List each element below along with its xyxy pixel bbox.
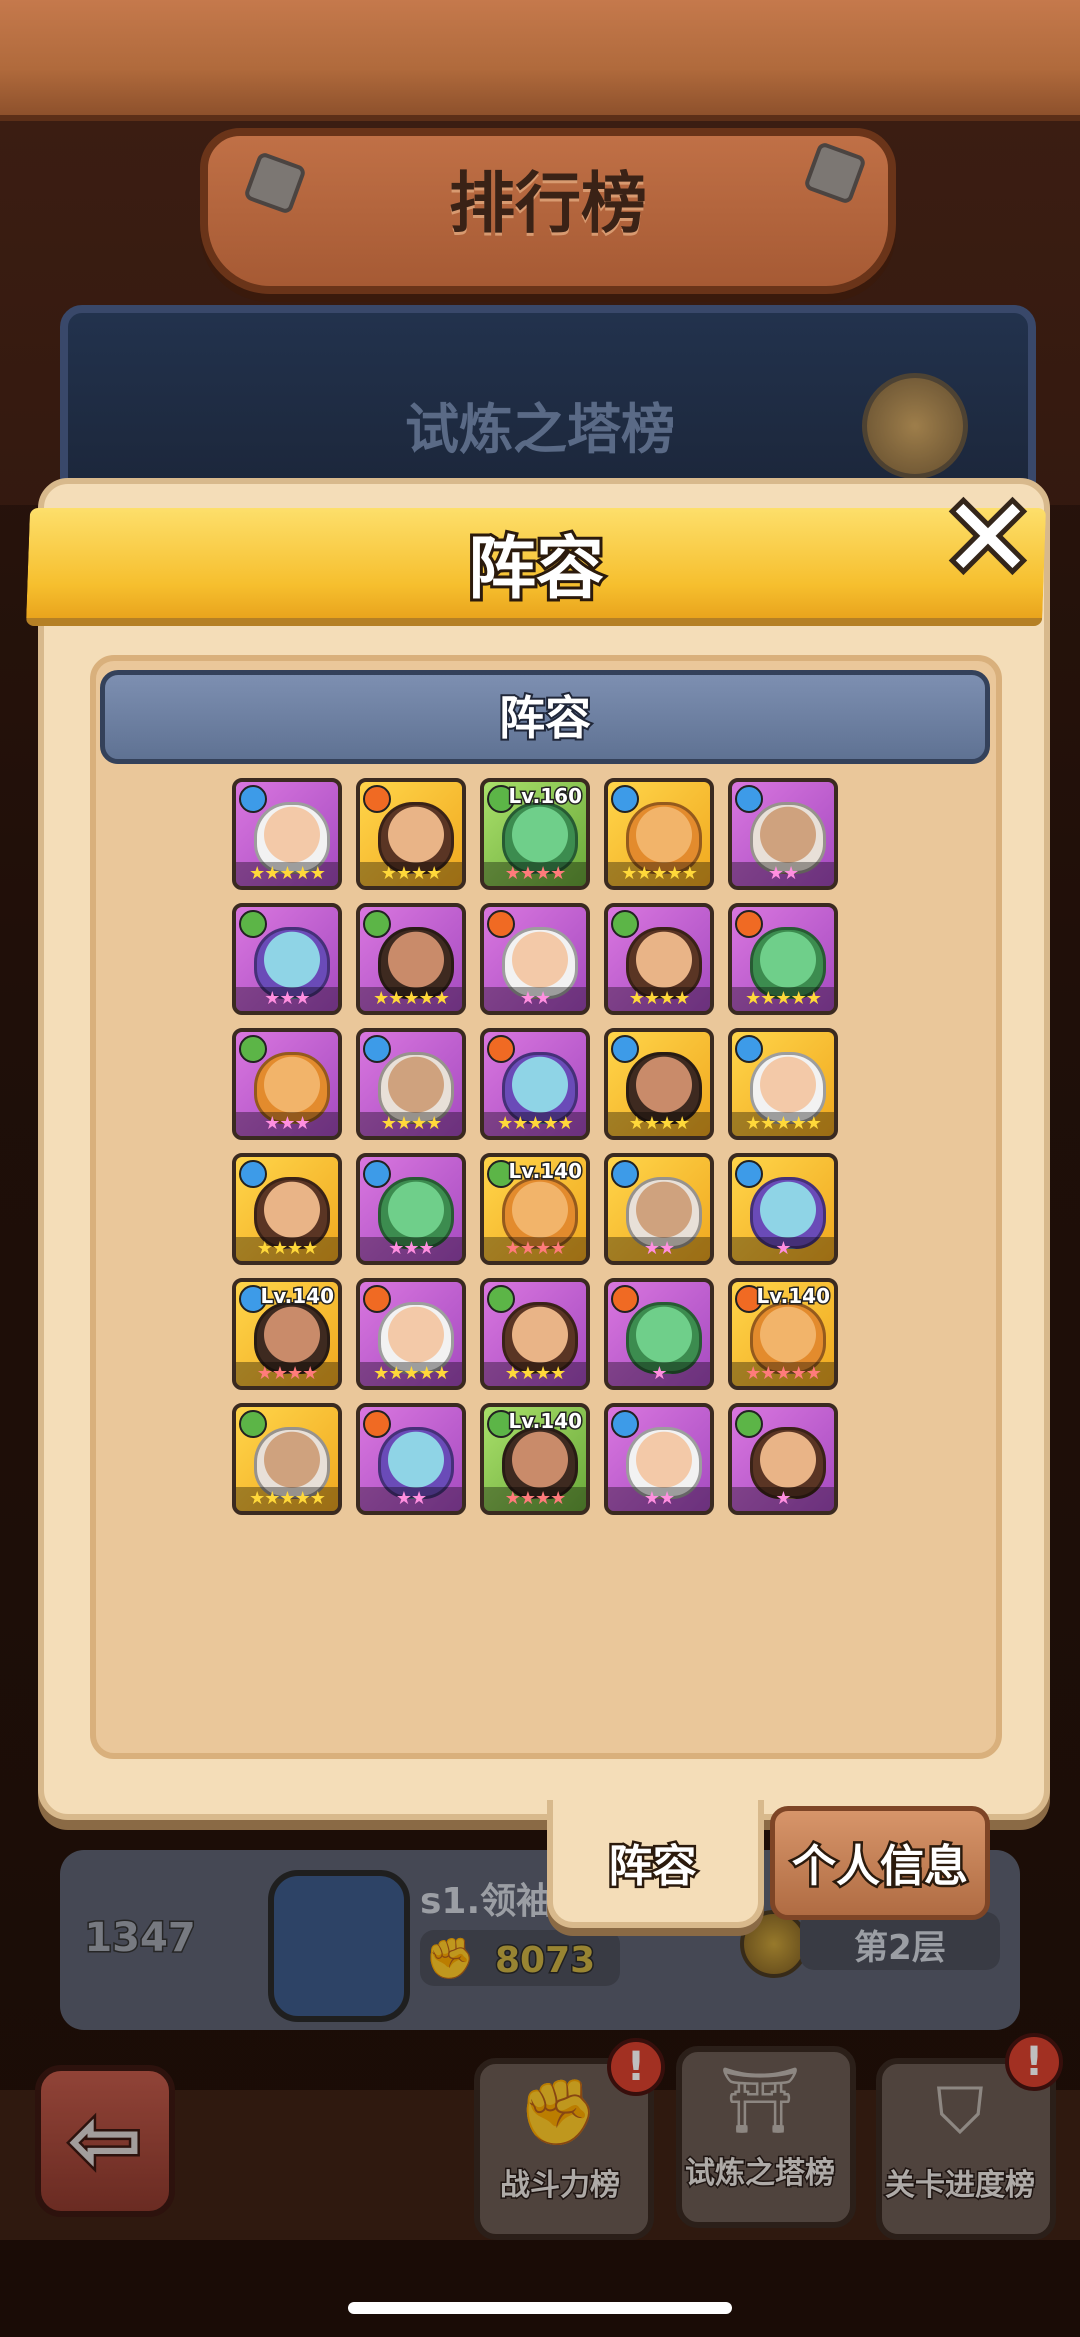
hero-card[interactable]: ★★★★★ <box>356 903 466 1015</box>
hero-card[interactable]: ★★★★★ <box>480 1028 590 1140</box>
hero-card[interactable]: ★★★★★ <box>232 778 342 890</box>
hero-stars: ★★★★ <box>608 1112 710 1136</box>
hero-stars: ★★★★★ <box>732 1362 834 1386</box>
water-element-icon <box>611 785 639 813</box>
hero-card[interactable]: ★ <box>604 1278 714 1390</box>
hero-stars: ★★★★★ <box>360 987 462 1011</box>
hero-card[interactable]: ★★★ <box>356 1153 466 1265</box>
fire-element-icon <box>363 1410 391 1438</box>
leaf-element-icon <box>735 1410 763 1438</box>
hero-card[interactable]: ★★★★★ <box>728 903 838 1015</box>
water-element-icon <box>735 1160 763 1188</box>
hero-stars: ★★★★ <box>484 862 586 886</box>
hero-stars: ★★★★ <box>236 1237 338 1261</box>
fire-element-icon <box>611 1285 639 1313</box>
close-icon[interactable]: ✕ <box>937 478 1039 598</box>
hero-stars: ★★ <box>732 862 834 886</box>
fire-element-icon <box>735 910 763 938</box>
hero-stars: ★★★★ <box>236 1362 338 1386</box>
hero-stars: ★ <box>732 1237 834 1261</box>
hero-card[interactable]: Lv.140 ★★★★ <box>480 1153 590 1265</box>
hero-stars: ★★★★★ <box>236 1487 338 1511</box>
water-element-icon <box>363 1160 391 1188</box>
hero-card[interactable]: ★★★★ <box>356 778 466 890</box>
hero-card[interactable]: Lv.140 ★★★★★ <box>728 1278 838 1390</box>
water-element-icon <box>363 1035 391 1063</box>
leaf-element-icon <box>363 910 391 938</box>
water-element-icon <box>611 1035 639 1063</box>
hero-stars: ★★★★ <box>484 1237 586 1261</box>
water-element-icon <box>239 1160 267 1188</box>
hero-stars: ★★★★★ <box>732 1112 834 1136</box>
hero-stars: ★★ <box>484 987 586 1011</box>
hero-card[interactable]: Lv.160 ★★★★ <box>480 778 590 890</box>
hero-card[interactable]: ★★★★★ <box>356 1278 466 1390</box>
hero-stars: ★★★ <box>360 1237 462 1261</box>
hero-card[interactable]: ★★★ <box>232 903 342 1015</box>
hero-card[interactable]: ★★ <box>356 1403 466 1515</box>
hero-card[interactable]: ★★ <box>604 1153 714 1265</box>
hero-stars: ★★★★★ <box>608 862 710 886</box>
hero-stars: ★★★★★ <box>236 862 338 886</box>
water-element-icon <box>239 785 267 813</box>
hero-card[interactable]: ★★★★★ <box>604 778 714 890</box>
hero-stars: ★★★★ <box>484 1487 586 1511</box>
leaf-element-icon <box>611 910 639 938</box>
hero-card[interactable]: Lv.140 ★★★★ <box>480 1403 590 1515</box>
hero-stars: ★★★ <box>236 1112 338 1136</box>
hero-card[interactable]: ★★★★ <box>604 903 714 1015</box>
fire-element-icon <box>363 1285 391 1313</box>
hero-card[interactable]: Lv.140 ★★★★ <box>232 1278 342 1390</box>
hero-card[interactable]: ★ <box>728 1403 838 1515</box>
page-title: 排行榜 <box>449 165 647 242</box>
modal-title: 阵容 <box>465 527 607 612</box>
hero-stars: ★★★★ <box>360 862 462 886</box>
hero-card[interactable]: ★★★ <box>232 1028 342 1140</box>
hero-card[interactable]: ★★★★★ <box>232 1403 342 1515</box>
section-title: 阵容 <box>497 689 593 747</box>
fire-element-icon <box>363 785 391 813</box>
hero-card[interactable]: ★★ <box>604 1403 714 1515</box>
fire-element-icon <box>487 910 515 938</box>
hero-level: Lv.160 <box>507 783 583 810</box>
hero-card[interactable]: ★★ <box>480 903 590 1015</box>
hero-stars: ★★★★★ <box>360 1362 462 1386</box>
medal-icon <box>862 373 968 479</box>
hero-stars: ★★★★ <box>360 1112 462 1136</box>
hero-level: Lv.140 <box>507 1408 583 1435</box>
hero-level: Lv.140 <box>259 1283 335 1310</box>
fire-element-icon <box>487 1035 515 1063</box>
hero-stars: ★★★★ <box>608 987 710 1011</box>
hero-card[interactable]: ★★★★ <box>604 1028 714 1140</box>
hero-card[interactable]: ★★ <box>728 778 838 890</box>
hero-stars: ★★★ <box>236 987 338 1011</box>
tab-lineup-label: 阵容 <box>606 1839 699 1895</box>
tab-profile-label: 个人信息 <box>790 1839 971 1895</box>
hero-card[interactable]: ★★★★ <box>356 1028 466 1140</box>
hero-card[interactable]: ★★★★ <box>480 1278 590 1390</box>
water-element-icon <box>611 1160 639 1188</box>
hero-stars: ★★★★ <box>484 1362 586 1386</box>
leaf-element-icon <box>487 1285 515 1313</box>
home-indicator <box>348 2302 732 2314</box>
hero-stars: ★★★★★ <box>732 987 834 1011</box>
leaf-element-icon <box>239 1410 267 1438</box>
water-element-icon <box>735 1035 763 1063</box>
hero-level: Lv.140 <box>755 1283 831 1310</box>
hero-stars: ★★★★★ <box>484 1112 586 1136</box>
hero-stars: ★★ <box>608 1487 710 1511</box>
hero-level: Lv.140 <box>507 1158 583 1185</box>
hero-card[interactable]: ★★★★ <box>232 1153 342 1265</box>
hero-card[interactable]: ★ <box>728 1153 838 1265</box>
water-element-icon <box>611 1410 639 1438</box>
leaf-element-icon <box>239 1035 267 1063</box>
hero-stars: ★ <box>732 1487 834 1511</box>
water-element-icon <box>735 785 763 813</box>
hero-stars: ★★ <box>608 1237 710 1261</box>
top-wood-bar <box>0 0 1080 121</box>
hero-card[interactable]: ★★★★★ <box>728 1028 838 1140</box>
leaf-element-icon <box>239 910 267 938</box>
hero-stars: ★★ <box>360 1487 462 1511</box>
hero-stars: ★ <box>608 1362 710 1386</box>
